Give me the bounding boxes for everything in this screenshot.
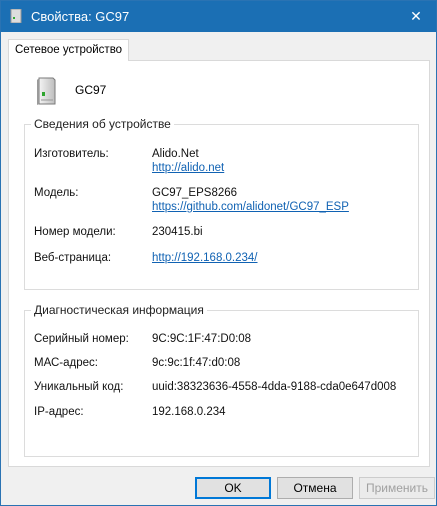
diagnostics-group: Диагностическая информация Серийный номе… xyxy=(24,303,419,457)
network-device-icon xyxy=(37,77,56,105)
manufacturer-label: Изготовитель: xyxy=(34,148,109,160)
title-bar[interactable]: Свойства: GC97 ✕ xyxy=(1,1,436,32)
webpage-link[interactable]: http://192.168.0.234/ xyxy=(152,252,258,264)
manufacturer-link[interactable]: http://alido.net xyxy=(152,162,224,174)
properties-dialog: Свойства: GC97 ✕ Сетевое устройство GC97… xyxy=(0,0,437,506)
mac-value: 9c:9c:1f:47:d0:08 xyxy=(152,357,241,369)
device-info-group: Сведения об устройстве Изготовитель: Ali… xyxy=(24,117,419,290)
device-info-heading: Сведения об устройстве xyxy=(31,117,174,131)
model-link[interactable]: https://github.com/alidonet/GC97_ESP xyxy=(152,201,349,213)
cancel-button[interactable]: Отмена xyxy=(277,477,353,499)
ok-button[interactable]: OK xyxy=(195,477,271,499)
tab-panel: GC97 Сведения об устройстве Изготовитель… xyxy=(8,60,430,467)
ip-value: 192.168.0.234 xyxy=(152,406,226,418)
manufacturer-value: Alido.Net xyxy=(152,148,199,160)
device-name: GC97 xyxy=(75,83,107,97)
window-title: Свойства: GC97 xyxy=(31,9,130,24)
model-number-value: 230415.bi xyxy=(152,226,203,238)
uid-label: Уникальный код: xyxy=(34,381,124,393)
diagnostics-heading: Диагностическая информация xyxy=(31,303,207,317)
close-button[interactable]: ✕ xyxy=(401,5,431,27)
webpage-label: Веб-страница: xyxy=(34,252,112,264)
tab-network-device[interactable]: Сетевое устройство xyxy=(8,39,129,61)
apply-button[interactable]: Применить xyxy=(359,477,435,499)
ip-label: IP-адрес: xyxy=(34,406,84,418)
device-icon xyxy=(10,9,22,23)
uid-value: uuid:38323636-4558-4dda-9188-cda0e647d00… xyxy=(152,381,397,393)
model-number-label: Номер модели: xyxy=(34,226,116,238)
mac-label: МАС-адрес: xyxy=(34,357,98,369)
model-label: Модель: xyxy=(34,187,79,199)
serial-label: Серийный номер: xyxy=(34,333,129,345)
model-value: GC97_EPS8266 xyxy=(152,187,238,199)
serial-value: 9C:9C:1F:47:D0:08 xyxy=(152,333,252,345)
